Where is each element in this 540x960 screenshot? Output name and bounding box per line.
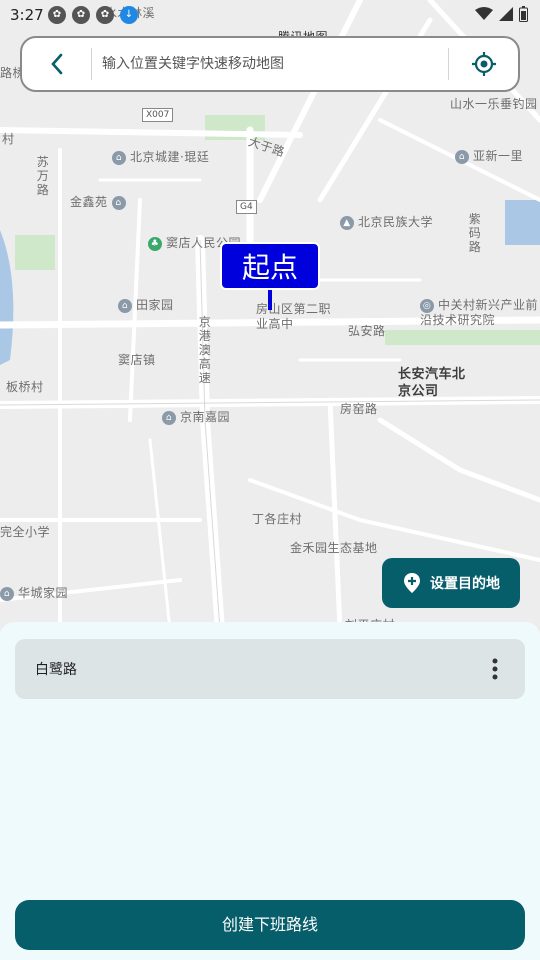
search-input[interactable]	[92, 56, 448, 72]
map-label: 金禾园生态基地	[290, 541, 378, 555]
battery-icon	[519, 6, 528, 22]
route-sheet: 白鹭路 创建下班路线	[0, 622, 540, 960]
status-bar: 3:27 ✿ ✿ ✿ ↓	[0, 0, 540, 32]
map-label: 丁各庄村	[252, 512, 303, 526]
map-label: 房窑路	[340, 402, 378, 416]
road-badge-x007: X007	[142, 108, 174, 122]
more-vertical-icon	[492, 658, 498, 680]
set-destination-button[interactable]: 设置目的地	[382, 558, 520, 608]
poi-icon: ⌂	[162, 410, 176, 425]
map-label: 完全小学	[0, 525, 51, 539]
search-bar	[20, 36, 520, 92]
map-label: 金鑫苑 ⌂	[70, 193, 130, 210]
app-notification-icon: ✿	[72, 6, 90, 24]
map-label: 京港澳高速	[198, 315, 212, 385]
park-icon: ♣	[148, 236, 162, 251]
download-icon: ↓	[120, 6, 138, 24]
map-label: ⌂ 北京城建·琨廷	[112, 148, 209, 165]
poi-icon: ⌂	[455, 149, 469, 164]
map-label: ⌂ 亚新一里	[455, 147, 523, 164]
route-name: 白鹭路	[35, 662, 77, 678]
map-label: ⌂ 京南嘉园	[162, 408, 230, 425]
map-label: 板桥村	[6, 380, 44, 394]
route-list-item[interactable]: 白鹭路	[15, 639, 525, 699]
map-view[interactable]: 水木林溪 腾讯地图 路桥 山水一乐垂钓园 X007 村 苏万路 大于路 ⌂北京城…	[0, 0, 540, 630]
signal-icon	[499, 7, 513, 21]
map-label: ◎ 中关村新兴产业前沿技术研究院	[420, 298, 539, 327]
create-route-button[interactable]: 创建下班路线	[15, 900, 525, 950]
start-marker[interactable]: 起点	[220, 242, 320, 290]
map-label: 紫码路	[468, 212, 482, 254]
set-destination-label: 设置目的地	[430, 576, 500, 592]
status-time: 3:27	[10, 6, 44, 24]
wifi-icon	[475, 7, 493, 20]
app-notification-icon: ✿	[48, 6, 66, 24]
back-button[interactable]	[22, 48, 92, 80]
map-label: ▲ 北京民族大学	[340, 213, 433, 230]
school-icon: ▲	[340, 215, 354, 230]
crosshair-icon	[471, 52, 496, 76]
map-label: 山水一乐垂钓园	[450, 97, 538, 111]
start-marker-pin	[268, 290, 272, 310]
system-status-icons	[475, 6, 528, 22]
poi-icon: ⌂	[111, 195, 126, 210]
my-location-button[interactable]	[448, 48, 518, 80]
map-label: 苏万路	[36, 155, 50, 197]
map-label: 窦店镇	[118, 353, 156, 367]
poi-icon: ◎	[420, 298, 434, 313]
map-label: 弘安路	[348, 324, 386, 338]
app-notification-icon: ✿	[96, 6, 114, 24]
poi-icon: ⌂	[112, 150, 126, 165]
map-label: 长安汽车北京公司	[398, 367, 466, 399]
route-more-button[interactable]	[465, 639, 525, 699]
map-label: 村	[2, 132, 15, 146]
poi-icon: ⌂	[0, 586, 14, 601]
notification-icons: ✿ ✿ ✿ ↓	[48, 6, 138, 24]
location-plus-icon	[404, 573, 420, 593]
map-label: ⌂ 田家园	[118, 296, 174, 313]
road-badge-g4: G4	[236, 200, 257, 214]
poi-icon: ⌂	[118, 298, 132, 313]
map-label: ⌂ 华城家园	[0, 584, 68, 601]
chevron-left-icon	[50, 53, 62, 75]
